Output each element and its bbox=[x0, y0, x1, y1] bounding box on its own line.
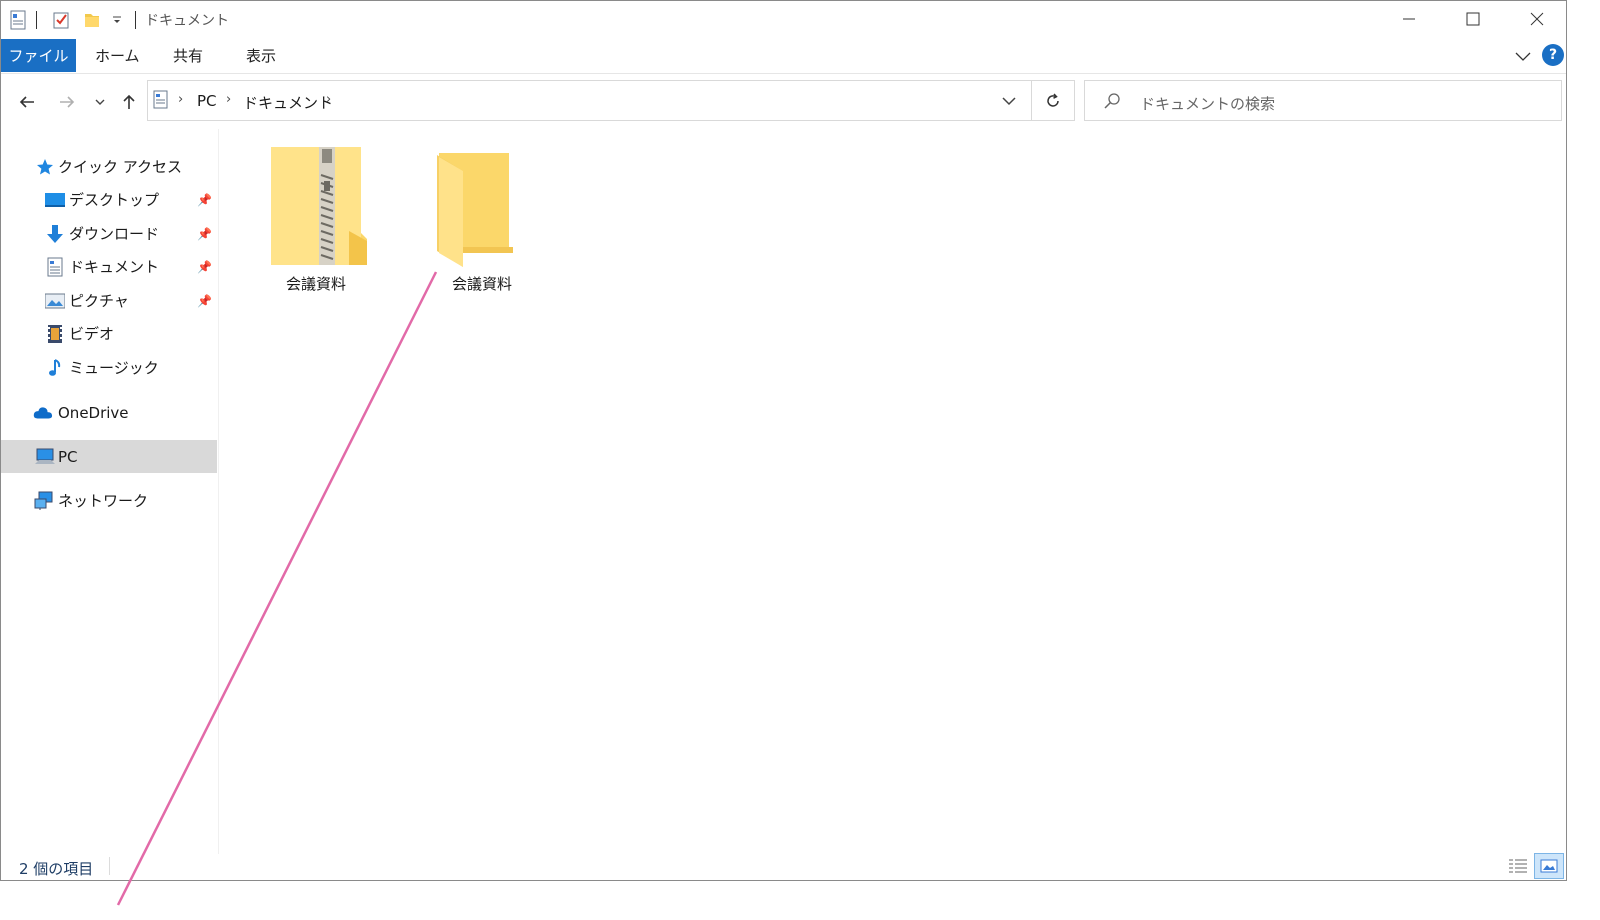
sidebar-item-label: PC bbox=[58, 447, 78, 466]
file-item-zip[interactable]: 会議資料 bbox=[241, 141, 391, 301]
maximize-icon bbox=[1466, 12, 1480, 26]
address-bar[interactable]: › PC › ドキュメント › bbox=[147, 80, 1032, 121]
sidebar-item-pictures[interactable]: ピクチャ 📌 bbox=[1, 284, 217, 317]
details-view-icon bbox=[1509, 859, 1527, 873]
address-history-button[interactable] bbox=[1000, 92, 1018, 114]
back-button[interactable] bbox=[14, 89, 40, 115]
large-icons-view-icon bbox=[1540, 859, 1558, 873]
pane-divider[interactable] bbox=[218, 129, 219, 854]
recent-locations-button[interactable] bbox=[87, 89, 113, 115]
tab-share[interactable]: 共有 bbox=[173, 39, 203, 72]
sidebar-item-desktop[interactable]: デスクトップ 📌 bbox=[1, 183, 217, 216]
sidebar-item-label: クイック アクセス bbox=[58, 158, 183, 176]
customize-toolbar-icon[interactable] bbox=[111, 9, 123, 31]
sidebar-item-label: OneDrive bbox=[58, 403, 129, 422]
up-button[interactable] bbox=[116, 89, 142, 115]
refresh-button[interactable] bbox=[1032, 80, 1075, 121]
large-icons-view-button[interactable] bbox=[1534, 853, 1564, 879]
checkbox-icon[interactable] bbox=[51, 9, 71, 31]
video-icon bbox=[45, 324, 65, 344]
document-location-icon bbox=[152, 90, 170, 114]
document-icon bbox=[45, 257, 65, 277]
picture-icon bbox=[45, 291, 65, 311]
sidebar-item-documents[interactable]: ドキュメント 📌 bbox=[1, 250, 217, 283]
desktop-icon bbox=[45, 190, 65, 210]
minimize-button[interactable] bbox=[1377, 1, 1441, 37]
search-box[interactable]: ドキュメントの検索 bbox=[1084, 80, 1562, 121]
new-folder-icon[interactable] bbox=[83, 9, 101, 31]
sidebar-item-videos[interactable]: ビデオ bbox=[1, 317, 217, 350]
sidebar-item-label: ミュージック bbox=[69, 359, 159, 377]
pin-icon: 📌 bbox=[197, 293, 212, 308]
forward-button[interactable] bbox=[54, 89, 80, 115]
details-view-button[interactable] bbox=[1503, 853, 1533, 879]
tab-view[interactable]: 表示 bbox=[246, 39, 276, 72]
title-bar: ドキュメント bbox=[1, 1, 1566, 39]
item-count-status: 2 個の項目 bbox=[19, 860, 94, 878]
sidebar-item-label: ピクチャ bbox=[69, 292, 129, 310]
zip-folder-icon bbox=[271, 147, 367, 265]
pc-icon bbox=[35, 447, 55, 467]
minimize-icon bbox=[1403, 18, 1415, 20]
file-name: 会議資料 bbox=[451, 275, 512, 293]
download-icon bbox=[45, 224, 65, 244]
tab-file[interactable]: ファイル bbox=[1, 39, 76, 72]
explorer-window: ドキュメント ファイル ホーム 共有 表示 ? › PC › ドキュメント › … bbox=[0, 0, 1567, 881]
navigation-pane: クイック アクセス デスクトップ 📌 ダウンロード 📌 ドキュメント 📌 ピクチ… bbox=[1, 141, 218, 851]
sidebar-item-downloads[interactable]: ダウンロード 📌 bbox=[1, 217, 217, 250]
music-icon bbox=[45, 358, 65, 378]
cloud-icon bbox=[33, 403, 53, 423]
back-arrow-icon bbox=[19, 96, 34, 108]
search-input[interactable]: ドキュメントの検索 bbox=[1140, 93, 1275, 114]
sidebar-item-pc[interactable]: PC bbox=[1, 440, 217, 473]
expand-ribbon-icon[interactable] bbox=[1513, 46, 1533, 70]
sidebar-item-label: ダウンロード bbox=[69, 225, 160, 243]
file-name: 会議資料 bbox=[285, 275, 346, 293]
folder-icon bbox=[437, 153, 513, 267]
help-icon[interactable]: ? bbox=[1542, 44, 1564, 66]
sidebar-item-label: ネットワーク bbox=[58, 492, 149, 510]
network-icon bbox=[34, 491, 54, 511]
breadcrumb-documents[interactable]: ドキュメント bbox=[243, 92, 333, 113]
breadcrumb-separator-icon[interactable]: › bbox=[326, 92, 331, 107]
sidebar-item-network[interactable]: ネットワーク bbox=[1, 484, 217, 517]
maximize-button[interactable] bbox=[1441, 1, 1505, 37]
properties-icon[interactable] bbox=[9, 9, 27, 31]
ribbon-tabs: ファイル ホーム 共有 表示 ? bbox=[1, 39, 1566, 74]
chevron-down-icon bbox=[1002, 97, 1016, 106]
sidebar-item-label: ビデオ bbox=[69, 325, 115, 343]
breadcrumb-pc[interactable]: PC bbox=[197, 92, 217, 110]
search-icon bbox=[1102, 91, 1122, 115]
breadcrumb-separator-icon[interactable]: › bbox=[178, 92, 183, 107]
pin-icon: 📌 bbox=[197, 226, 212, 241]
breadcrumb-separator-icon[interactable]: › bbox=[226, 92, 231, 107]
sidebar-item-label: ドキュメント bbox=[69, 258, 160, 276]
pin-icon: 📌 bbox=[197, 259, 212, 274]
refresh-icon bbox=[1047, 92, 1059, 107]
sidebar-item-quick-access[interactable]: クイック アクセス bbox=[1, 150, 217, 183]
forward-arrow-icon bbox=[60, 96, 75, 108]
close-icon bbox=[1530, 12, 1544, 26]
sidebar-item-music[interactable]: ミュージック bbox=[1, 351, 217, 384]
chevron-down-icon bbox=[95, 99, 105, 105]
window-title: ドキュメント bbox=[145, 13, 229, 29]
tab-home[interactable]: ホーム bbox=[95, 39, 140, 72]
sidebar-item-onedrive[interactable]: OneDrive bbox=[1, 396, 217, 429]
file-item-folder[interactable]: 会議資料 bbox=[407, 141, 557, 301]
close-button[interactable] bbox=[1505, 1, 1566, 37]
up-arrow-icon bbox=[123, 94, 135, 109]
pin-icon: 📌 bbox=[197, 192, 212, 207]
star-icon bbox=[35, 157, 55, 177]
sidebar-item-label: デスクトップ bbox=[69, 191, 160, 209]
